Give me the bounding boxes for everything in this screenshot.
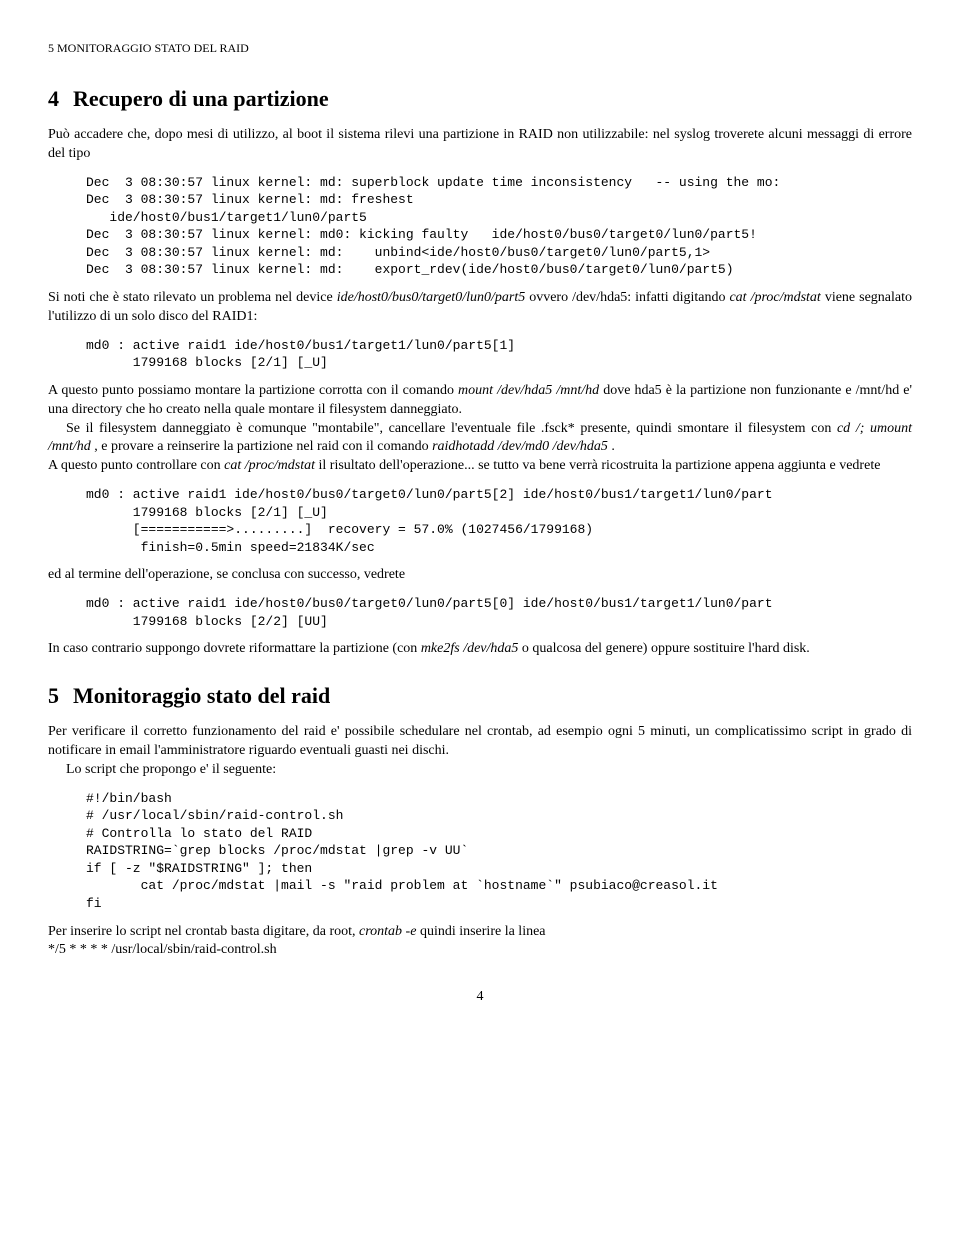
command-cat-mdstat-2: cat /proc/mdstat <box>224 458 315 473</box>
section-5-title: Monitoraggio stato del raid <box>73 683 330 708</box>
s5-para-1: Per verificare il corretto funzionamento… <box>48 723 912 761</box>
text: Per inserire lo script nel crontab basta… <box>48 924 359 939</box>
section-5-number: 5 <box>48 683 59 708</box>
device-path: ide/host0/bus0/target0/lun0/part5 <box>337 290 526 305</box>
s5-code-block-1: #!/bin/bash # /usr/local/sbin/raid-contr… <box>86 790 912 913</box>
text: ovvero /dev/hda5: infatti digitando <box>525 290 729 305</box>
section-4-number: 4 <box>48 86 59 111</box>
text: Si noti che è stato rilevato un problema… <box>48 290 337 305</box>
text: . <box>608 439 615 454</box>
text: A questo punto possiamo montare la parti… <box>48 383 458 398</box>
section-4-title: Recupero di una partizione <box>73 86 329 111</box>
command-mount: mount /dev/hda5 /mnt/hd <box>458 383 599 398</box>
running-header: 5 MONITORAGGIO STATO DEL RAID <box>48 40 912 56</box>
text: In caso contrario suppongo dovrete rifor… <box>48 641 421 656</box>
s4-para-5: A questo punto controllare con cat /proc… <box>48 457 912 476</box>
s4-code-block-1: Dec 3 08:30:57 linux kernel: md: superbl… <box>86 174 912 279</box>
s4-intro: Può accadere che, dopo mesi di utilizzo,… <box>48 126 912 164</box>
s5-para-2: Lo script che propongo e' il seguente: <box>48 761 912 780</box>
text: o qualcosa del genere) oppure sostituire… <box>518 641 809 656</box>
s5-para-3: Per inserire lo script nel crontab basta… <box>48 923 912 942</box>
s4-para-2: Si noti che è stato rilevato un problema… <box>48 289 912 327</box>
s4-para-3: A questo punto possiamo montare la parti… <box>48 382 912 420</box>
command-mke2fs: mke2fs /dev/hda5 <box>421 641 519 656</box>
s4-para-4: Se il filesystem danneggiato è comunque … <box>48 420 912 458</box>
s4-para-6: ed al termine dell'operazione, se conclu… <box>48 566 912 585</box>
text: , e provare a reinserire la partizione n… <box>91 439 432 454</box>
command-cat-mdstat: cat /proc/mdstat <box>729 290 820 305</box>
text: A questo punto controllare con <box>48 458 224 473</box>
page-number: 4 <box>48 988 912 1007</box>
s5-para-4: */5 * * * * /usr/local/sbin/raid-control… <box>48 941 912 960</box>
text: il risultato dell'operazione... se tutto… <box>315 458 880 473</box>
section-5-heading: 5 Monitoraggio stato del raid <box>48 681 912 711</box>
s4-code-block-2: md0 : active raid1 ide/host0/bus1/target… <box>86 337 912 372</box>
section-4-heading: 4 Recupero di una partizione <box>48 84 912 114</box>
s4-para-7: In caso contrario suppongo dovrete rifor… <box>48 640 912 659</box>
command-crontab: crontab -e <box>359 924 416 939</box>
s4-code-block-3: md0 : active raid1 ide/host0/bus0/target… <box>86 486 912 556</box>
text: quindi inserire la linea <box>416 924 545 939</box>
s4-code-block-4: md0 : active raid1 ide/host0/bus0/target… <box>86 595 912 630</box>
text: Se il filesystem danneggiato è comunque … <box>66 421 837 436</box>
command-raidhotadd: raidhotadd /dev/md0 /dev/hda5 <box>432 439 608 454</box>
